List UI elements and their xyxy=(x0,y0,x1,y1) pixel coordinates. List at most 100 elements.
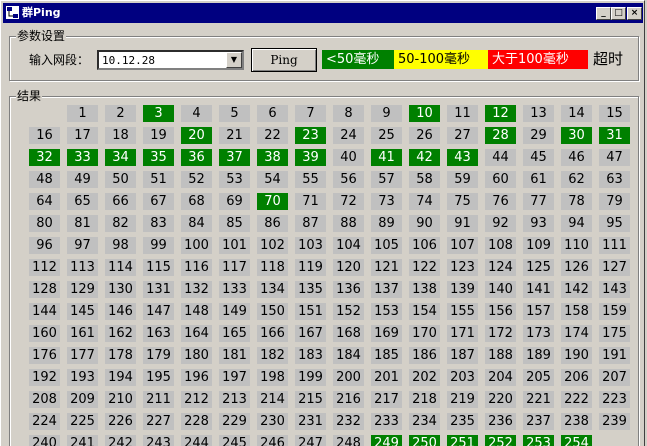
ip-cell-181: 181 xyxy=(219,347,250,364)
segment-input[interactable]: 10.12.28 xyxy=(102,53,155,68)
ip-cell-90: 90 xyxy=(409,215,440,232)
ip-cell-110: 110 xyxy=(561,237,592,254)
ip-cell-221: 221 xyxy=(523,391,554,408)
ip-cell-144: 144 xyxy=(29,303,60,320)
ip-cell-23: 23 xyxy=(295,127,326,144)
ip-cell-211: 211 xyxy=(143,391,174,408)
ip-cell-4: 4 xyxy=(181,105,212,122)
ip-cell-112: 112 xyxy=(29,259,60,276)
ip-cell-62: 62 xyxy=(561,171,592,188)
ip-cell-200: 200 xyxy=(333,369,364,386)
ip-cell-81: 81 xyxy=(67,215,98,232)
ip-cell-236: 236 xyxy=(485,413,516,430)
ip-cell-142: 142 xyxy=(561,281,592,298)
minimize-button[interactable]: _ xyxy=(596,7,611,20)
ip-cell-10: 10 xyxy=(409,105,440,122)
ip-cell-202: 202 xyxy=(409,369,440,386)
ip-cell-33: 33 xyxy=(67,149,98,166)
ip-cell-49: 49 xyxy=(67,171,98,188)
ip-cell-43: 43 xyxy=(447,149,478,166)
ip-cell-178: 178 xyxy=(105,347,136,364)
ip-cell-60: 60 xyxy=(485,171,516,188)
ip-cell-50: 50 xyxy=(105,171,136,188)
ip-cell-53: 53 xyxy=(219,171,250,188)
ip-cell-92: 92 xyxy=(485,215,516,232)
ip-cell-247: 247 xyxy=(295,435,326,446)
ip-cell-197: 197 xyxy=(219,369,250,386)
ip-cell-75: 75 xyxy=(447,193,478,210)
ip-cell-40: 40 xyxy=(333,149,364,166)
ip-cell-101: 101 xyxy=(219,237,250,254)
ip-cell-156: 156 xyxy=(485,303,516,320)
ip-cell-231: 231 xyxy=(295,413,326,430)
ip-cell-100: 100 xyxy=(181,237,212,254)
ip-cell-222: 222 xyxy=(561,391,592,408)
ip-cell-218: 218 xyxy=(409,391,440,408)
ip-cell-186: 186 xyxy=(409,347,440,364)
ip-cell-212: 212 xyxy=(181,391,212,408)
title-bar[interactable]: 群Ping _ □ × xyxy=(3,3,643,23)
maximize-button[interactable]: □ xyxy=(611,7,626,20)
ip-cell-132: 132 xyxy=(181,281,212,298)
ip-cell-135: 135 xyxy=(295,281,326,298)
ip-cell-216: 216 xyxy=(333,391,364,408)
legend-mid: 50-100毫秒 xyxy=(394,50,490,69)
ip-cell-27: 27 xyxy=(447,127,478,144)
ip-cell-123: 123 xyxy=(447,259,478,276)
ip-cell-239: 239 xyxy=(599,413,630,430)
ip-cell-14: 14 xyxy=(561,105,592,122)
ip-cell-9: 9 xyxy=(371,105,402,122)
ip-cell-146: 146 xyxy=(105,303,136,320)
ip-cell-67: 67 xyxy=(143,193,174,210)
ip-cell-207: 207 xyxy=(599,369,630,386)
ip-cell-57: 57 xyxy=(371,171,402,188)
ip-cell-160: 160 xyxy=(29,325,60,342)
ip-cell-8: 8 xyxy=(333,105,364,122)
ip-cell-86: 86 xyxy=(257,215,288,232)
ip-cell-227: 227 xyxy=(143,413,174,430)
ip-cell-89: 89 xyxy=(371,215,402,232)
ip-cell-96: 96 xyxy=(29,237,60,254)
ip-cell-30: 30 xyxy=(561,127,592,144)
ip-cell-162: 162 xyxy=(105,325,136,342)
ip-cell-139: 139 xyxy=(447,281,478,298)
ip-cell-25: 25 xyxy=(371,127,402,144)
ip-cell-13: 13 xyxy=(523,105,554,122)
ip-cell-65: 65 xyxy=(67,193,98,210)
ip-cell-204: 204 xyxy=(485,369,516,386)
ip-cell-97: 97 xyxy=(67,237,98,254)
ip-cell-242: 242 xyxy=(105,435,136,446)
ip-cell-254: 254 xyxy=(561,435,592,446)
ip-cell-245: 245 xyxy=(219,435,250,446)
ip-cell-203: 203 xyxy=(447,369,478,386)
ip-cell-77: 77 xyxy=(523,193,554,210)
ping-button[interactable]: Ping xyxy=(251,48,317,72)
ip-cell-195: 195 xyxy=(143,369,174,386)
ip-cell-215: 215 xyxy=(295,391,326,408)
ip-cell-5: 5 xyxy=(219,105,250,122)
ip-cell-45: 45 xyxy=(523,149,554,166)
ip-cell-235: 235 xyxy=(447,413,478,430)
ip-cell-154: 154 xyxy=(409,303,440,320)
ip-cell-238: 238 xyxy=(561,413,592,430)
close-button[interactable]: × xyxy=(627,7,642,20)
params-group-label: 参数设置 xyxy=(16,29,67,43)
ip-cell-130: 130 xyxy=(105,281,136,298)
ip-cell-188: 188 xyxy=(485,347,516,364)
ip-cell-114: 114 xyxy=(105,259,136,276)
ip-cell-185: 185 xyxy=(371,347,402,364)
ip-cell-56: 56 xyxy=(333,171,364,188)
chevron-down-icon[interactable]: ▼ xyxy=(226,52,242,68)
ip-cell-244: 244 xyxy=(181,435,212,446)
ip-cell-20: 20 xyxy=(181,127,212,144)
ip-cell-28: 28 xyxy=(485,127,516,144)
ip-cell-109: 109 xyxy=(523,237,554,254)
ip-cell-78: 78 xyxy=(561,193,592,210)
ip-cell-117: 117 xyxy=(219,259,250,276)
ip-cell-241: 241 xyxy=(67,435,98,446)
ip-cell-205: 205 xyxy=(523,369,554,386)
ip-cell-58: 58 xyxy=(409,171,440,188)
ip-cell-166: 166 xyxy=(257,325,288,342)
ip-cell-32: 32 xyxy=(29,149,60,166)
segment-combobox[interactable]: 10.12.28 ▼ xyxy=(97,50,244,70)
